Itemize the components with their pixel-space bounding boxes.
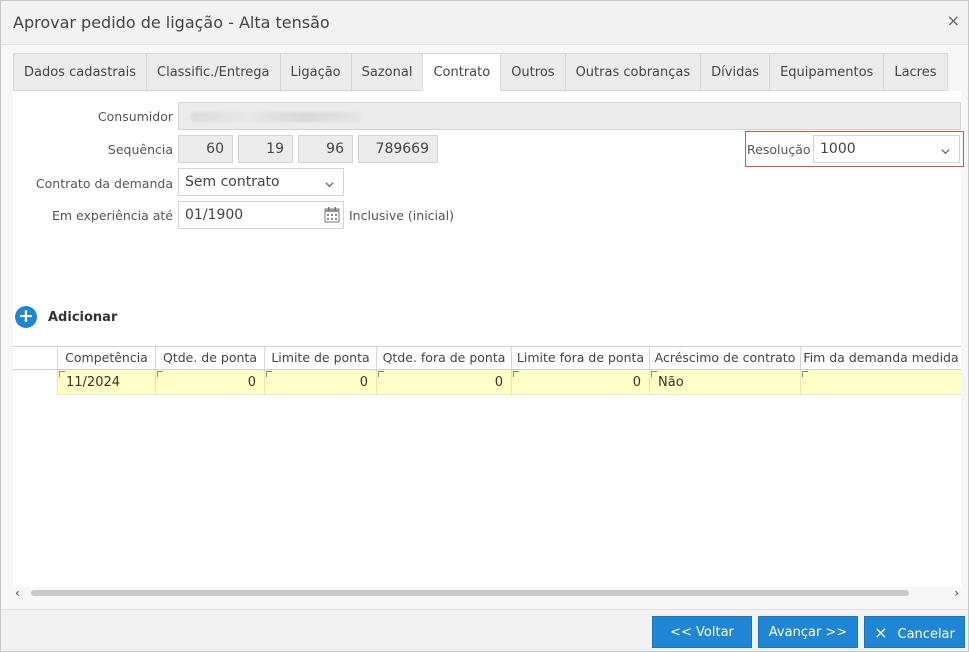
calendar-icon[interactable]	[323, 206, 341, 224]
dialog-title: Aprovar pedido de ligação - Alta tensão	[13, 13, 330, 32]
resolucao-value: 1000	[820, 141, 856, 157]
back-button[interactable]: << Voltar	[652, 616, 752, 648]
cell-limite-fora-ponta[interactable]: 0	[511, 370, 649, 395]
scrollbar-thumb[interactable]	[31, 590, 909, 596]
column-header[interactable]: Qtde. de ponta	[155, 347, 264, 369]
cell-qtde-fora-ponta[interactable]: 0	[376, 370, 511, 395]
chevron-down-icon	[324, 174, 335, 200]
column-header[interactable]: Fim da demanda medida	[800, 347, 961, 369]
tab-equipamentos[interactable]: Equipamentos	[769, 53, 884, 91]
next-button[interactable]: Avançar >>	[758, 616, 858, 648]
tab-outros[interactable]: Outros	[500, 53, 565, 91]
tab-lacres[interactable]: Lacres	[883, 53, 948, 91]
resolucao-select[interactable]: 1000	[813, 135, 960, 163]
scroll-right-icon[interactable]: ›	[954, 585, 959, 601]
cell-fim-demanda[interactable]	[800, 370, 961, 395]
sequencia-field-2: 19	[238, 135, 293, 163]
tab-classific-entrega[interactable]: Classific./Entrega	[146, 53, 280, 91]
sequencia-field-3: 96	[298, 135, 353, 163]
resolucao-label: Resolução	[747, 142, 811, 157]
experiencia-suffix: Inclusive (inicial)	[349, 208, 455, 223]
cell-acrescimo[interactable]: Não	[649, 370, 800, 395]
contrato-label: Contrato da demanda	[35, 176, 173, 191]
close-icon[interactable]: ×	[947, 13, 960, 29]
cancel-label: Cancelar	[897, 627, 955, 642]
contrato-value: Sem contrato	[185, 174, 280, 190]
experiencia-value: 01/1900	[185, 207, 244, 223]
tab-ligacao[interactable]: Ligação	[279, 53, 351, 91]
tab-contrato[interactable]: Contrato	[422, 53, 501, 91]
tab-dividas[interactable]: Dívidas	[700, 53, 770, 91]
tab-outras-cobrancas[interactable]: Outras cobranças	[564, 53, 701, 91]
consumidor-label: Consumidor	[97, 109, 173, 124]
sequencia-field-1: 60	[178, 135, 233, 163]
column-header[interactable]: Limite fora de ponta	[511, 347, 649, 369]
dialog-footer: << Voltar Avançar >> × Cancelar	[1, 609, 968, 651]
grid-header: Competência Qtde. de ponta Limite de pon…	[13, 346, 961, 370]
close-icon: ×	[874, 623, 888, 642]
tab-bar: Dados cadastrais Classific./Entrega Liga…	[13, 53, 948, 91]
consumidor-field	[178, 102, 961, 130]
dialog-window: Aprovar pedido de ligação - Alta tensão …	[0, 0, 969, 652]
column-header[interactable]: Limite de ponta	[264, 347, 376, 369]
tab-sazonal[interactable]: Sazonal	[350, 53, 423, 91]
column-header[interactable]: Qtde. fora de ponta	[376, 347, 511, 369]
title-bar: Aprovar pedido de ligação - Alta tensão …	[1, 1, 968, 45]
column-header[interactable]: Acréscimo de contrato	[649, 347, 800, 369]
scroll-left-icon[interactable]: ‹	[15, 585, 20, 601]
add-icon[interactable]: +	[15, 306, 37, 328]
sequencia-label: Sequência	[107, 142, 173, 157]
cancel-button[interactable]: × Cancelar	[864, 616, 965, 648]
cell-competencia[interactable]: 11/2024	[57, 370, 155, 395]
table-row: 11/2024 0 0 0 0 Não	[13, 370, 961, 395]
horizontal-scrollbar[interactable]: ‹ ›	[13, 585, 961, 601]
contrato-select[interactable]: Sem contrato	[178, 168, 344, 196]
column-header[interactable]: Competência	[57, 347, 155, 369]
tab-dados-cadastrais[interactable]: Dados cadastrais	[13, 53, 146, 91]
experiencia-label: Em experiência até	[52, 208, 173, 223]
cell-limite-ponta[interactable]: 0	[264, 370, 376, 395]
chevron-down-icon	[940, 141, 951, 167]
experiencia-date-input[interactable]: 01/1900	[178, 201, 344, 229]
add-label[interactable]: Adicionar	[48, 310, 117, 325]
cell-qtde-ponta[interactable]: 0	[155, 370, 264, 395]
redacted-value	[191, 112, 361, 122]
sequencia-field-4: 789669	[358, 135, 438, 163]
